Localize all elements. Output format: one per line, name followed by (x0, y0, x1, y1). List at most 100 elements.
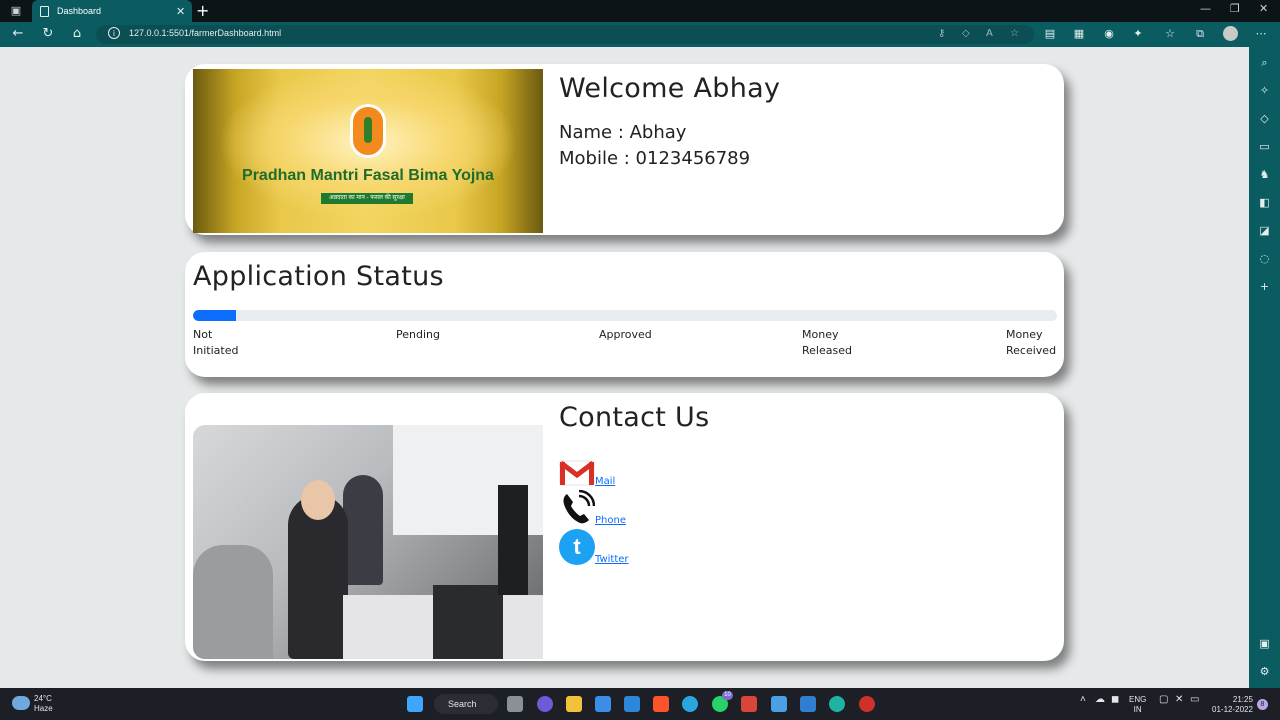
contact-mail-row: Mail (559, 451, 615, 487)
onedrive-icon[interactable]: ☁ (1095, 695, 1105, 705)
close-icon[interactable]: ✕ (176, 5, 192, 18)
search-label: Search (448, 699, 477, 709)
url-field[interactable]: i 127.0.0.1:5501/farmerDashboard.html ⚷ … (96, 25, 1034, 44)
settings-icon[interactable]: ⚙ (1257, 664, 1272, 679)
new-tab-button[interactable]: + (196, 1, 209, 21)
tab-title: Dashboard (57, 6, 102, 16)
tools-icon[interactable]: ▭ (1257, 139, 1272, 154)
windows-taskbar: 24°C Haze Search 10 ˄ ☁ ◼ ENG IN ▢ ✕ ▭ 2… (0, 688, 1280, 720)
stage-money-released: Money Released (802, 328, 852, 357)
call-center-image (193, 425, 543, 659)
stage-money-received: Money Received (1006, 328, 1057, 357)
url-text: 127.0.0.1:5501/farmerDashboard.html (129, 28, 282, 38)
stage-not-initiated: Not Initiated (193, 328, 239, 357)
office-icon[interactable]: ◧ (1257, 195, 1272, 210)
phone-icon[interactable] (559, 489, 596, 526)
shopping-tag-icon[interactable]: ◇ (1257, 111, 1272, 126)
display-icon[interactable]: ▢ (1159, 695, 1168, 705)
app-icon[interactable] (741, 696, 757, 712)
twitter-link[interactable]: Twitter (595, 554, 629, 565)
name-line: Name : Abhay (559, 122, 687, 143)
collections-icon[interactable]: ⧉ (1193, 27, 1207, 41)
split-screen-icon[interactable]: ▣ (1257, 636, 1272, 651)
time: 21:25 (1232, 695, 1253, 704)
close-window-icon[interactable]: ✕ (1259, 2, 1268, 15)
tray-chevron-icon[interactable]: ˄ (1080, 695, 1086, 705)
weather-widget[interactable]: 24°C Haze (34, 694, 53, 714)
mail-link[interactable]: Mail (595, 476, 615, 487)
favorite-add-icon[interactable]: ☆ (1010, 28, 1019, 39)
extension-icon-2[interactable]: ▦ (1072, 27, 1086, 41)
edge-sidebar: ⌕ ✧ ◇ ▭ ♞ ◧ ◪ ◌ + ▣ ⚙ (1249, 47, 1280, 688)
refresh-icon[interactable]: ↻ (40, 26, 56, 42)
twitter-icon[interactable]: t (559, 529, 595, 565)
address-bar-row: ← ↻ ⌂ i 127.0.0.1:5501/farmerDashboard.h… (0, 22, 1280, 47)
mail-app-icon[interactable] (624, 696, 640, 712)
lang-line2: IN (1133, 705, 1142, 714)
key-icon[interactable]: ⚷ (938, 28, 945, 39)
minimize-icon[interactable]: — (1200, 2, 1211, 15)
battery-icon[interactable]: ▭ (1190, 695, 1199, 705)
drop-icon[interactable]: ◌ (1257, 251, 1272, 266)
pmfby-logo-icon (350, 104, 386, 158)
contact-twitter-row: t Twitter (559, 529, 629, 565)
page-viewport: Pradhan Mantri Fasal Bima Yojna अन्नदाता… (0, 47, 1249, 688)
favorites-icon[interactable]: ☆ (1163, 27, 1177, 41)
restore-icon[interactable]: ❐ (1230, 2, 1240, 15)
edge-icon[interactable] (829, 696, 845, 712)
outlook-icon[interactable]: ◪ (1257, 223, 1272, 238)
info-icon[interactable]: i (108, 27, 120, 39)
notepad-icon[interactable] (771, 696, 787, 712)
tray-app-icon[interactable]: ◼ (1111, 695, 1119, 705)
stage-approved: Approved (599, 328, 652, 341)
pmfby-banner-image: Pradhan Mantri Fasal Bima Yojna अन्नदाता… (193, 69, 543, 233)
brave-icon[interactable] (653, 696, 669, 712)
phone-link[interactable]: Phone (595, 515, 626, 526)
more-icon[interactable]: ⋯ (1254, 27, 1268, 41)
home-icon[interactable]: ⌂ (69, 26, 85, 42)
banner-subtitle: अन्नदाता का मान - फसल की सुरक्षा (321, 193, 413, 204)
tag-icon[interactable]: ◇ (962, 28, 970, 39)
clock[interactable]: 21:25 01-12-2022 (1212, 695, 1253, 715)
welcome-heading: Welcome Abhay (559, 73, 781, 104)
tab-dashboard[interactable]: Dashboard ✕ (32, 0, 192, 22)
record-icon[interactable] (859, 696, 875, 712)
gmail-icon[interactable] (559, 459, 595, 487)
mobile-line: Mobile : 0123456789 (559, 148, 751, 169)
contact-phone-row: Phone (559, 489, 626, 526)
telegram-icon[interactable] (682, 696, 698, 712)
weather-icon[interactable] (12, 696, 30, 710)
lang-line1: ENG (1129, 695, 1147, 704)
task-view-icon[interactable] (507, 696, 523, 712)
notification-badge[interactable]: 8 (1257, 699, 1268, 710)
language-indicator[interactable]: ENG IN (1129, 695, 1146, 715)
search-icon[interactable]: ⌕ (1257, 55, 1272, 70)
progress-track (193, 310, 1057, 321)
extensions-icon[interactable]: ✦ (1131, 27, 1145, 41)
whatsapp-badge: 10 (722, 691, 733, 700)
extension-icon-3[interactable]: ◉ (1102, 27, 1116, 41)
banner-title: Pradhan Mantri Fasal Bima Yojna (242, 167, 494, 184)
add-icon[interactable]: + (1257, 279, 1272, 294)
extension-icon[interactable]: ▤ (1043, 27, 1057, 41)
file-explorer-icon[interactable] (566, 696, 582, 712)
discover-icon[interactable]: ✧ (1257, 83, 1272, 98)
chat-icon[interactable] (537, 696, 553, 712)
store-icon[interactable] (595, 696, 611, 712)
back-icon[interactable]: ← (10, 26, 26, 42)
stage-pending: Pending (396, 328, 440, 341)
taskbar-search[interactable]: Search (434, 694, 498, 714)
contact-card: Contact Us Mail Phone t Twitter (185, 393, 1064, 661)
weather-desc: Haze (34, 704, 53, 713)
vscode-icon[interactable] (800, 696, 816, 712)
volume-mute-icon[interactable]: ✕ (1175, 695, 1183, 705)
windows-start-icon[interactable] (407, 696, 423, 712)
profile-card: Pradhan Mantri Fasal Bima Yojna अन्नदाता… (185, 64, 1064, 235)
read-aloud-icon[interactable]: A (986, 28, 993, 39)
profile-avatar[interactable] (1223, 26, 1238, 41)
games-icon[interactable]: ♞ (1257, 167, 1272, 182)
tab-actions-icon[interactable]: ▣ (8, 3, 24, 19)
browser-tab-bar: ▣ Dashboard ✕ + — ❐ ✕ (0, 0, 1280, 22)
application-status-card: Application Status Not Initiated Pending… (185, 252, 1064, 377)
application-status-heading: Application Status (193, 261, 444, 292)
